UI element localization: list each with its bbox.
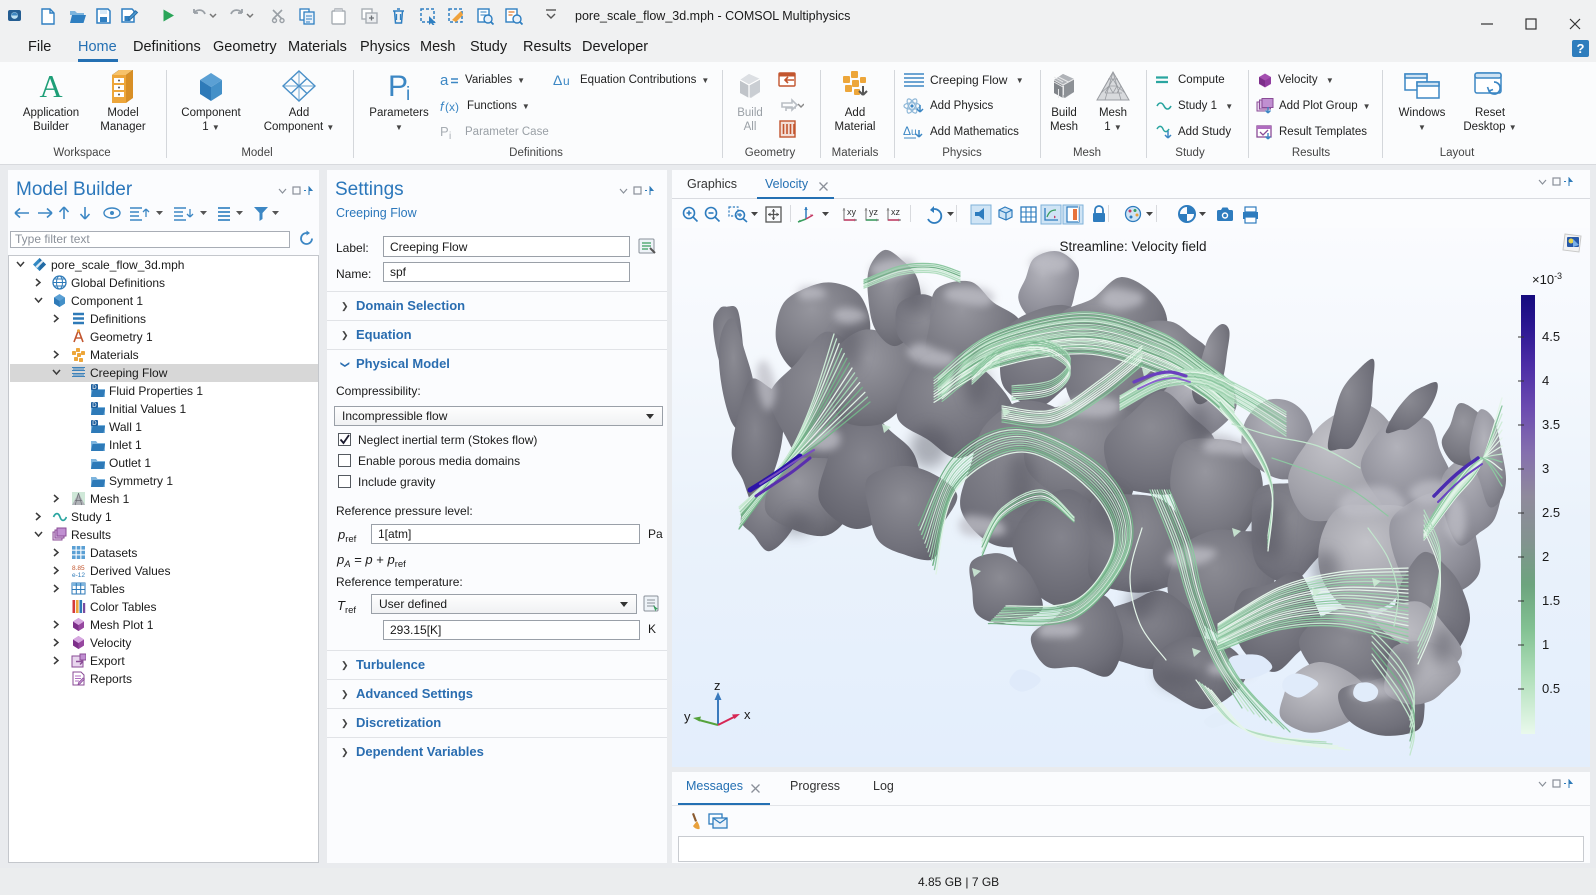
svg-text:D: D — [92, 421, 97, 427]
svg-text:4: 4 — [1542, 373, 1549, 388]
svg-text:1.5: 1.5 — [1542, 593, 1560, 608]
svg-text:(x): (x) — [445, 100, 459, 113]
svg-text:y: y — [684, 709, 691, 724]
svg-text:A: A — [39, 69, 62, 103]
svg-text:P: P — [388, 70, 408, 102]
svg-text:0.5: 0.5 — [1542, 681, 1560, 696]
svg-text:2: 2 — [1542, 549, 1549, 564]
svg-text:xz: xz — [891, 207, 901, 217]
svg-text:u: u — [911, 127, 917, 138]
svg-text:3.5: 3.5 — [1542, 417, 1560, 432]
svg-text:Δ: Δ — [903, 124, 911, 138]
svg-text:Streamline: Velocity field: Streamline: Velocity field — [1059, 239, 1206, 254]
svg-text:i: i — [406, 84, 410, 102]
svg-text:yz: yz — [869, 207, 879, 217]
svg-text:Δ: Δ — [553, 73, 562, 87]
svg-text:a: a — [440, 73, 449, 87]
svg-text:P: P — [440, 125, 449, 139]
svg-text:u: u — [563, 74, 570, 87]
svg-text:D: D — [92, 385, 97, 391]
svg-text:×10-3: ×10-3 — [1532, 271, 1562, 287]
svg-text:e-12: e-12 — [72, 572, 85, 578]
svg-text:xy: xy — [847, 207, 857, 217]
svg-text:D: D — [92, 403, 97, 409]
svg-text:2.5: 2.5 — [1542, 505, 1560, 520]
svg-text:4.5: 4.5 — [1542, 329, 1560, 344]
svg-text:z: z — [714, 678, 721, 693]
svg-text:8.85: 8.85 — [72, 565, 85, 572]
svg-text:i: i — [449, 131, 451, 139]
svg-text:1: 1 — [1542, 637, 1549, 652]
svg-text:3: 3 — [1542, 461, 1549, 476]
svg-text:x: x — [744, 707, 751, 722]
